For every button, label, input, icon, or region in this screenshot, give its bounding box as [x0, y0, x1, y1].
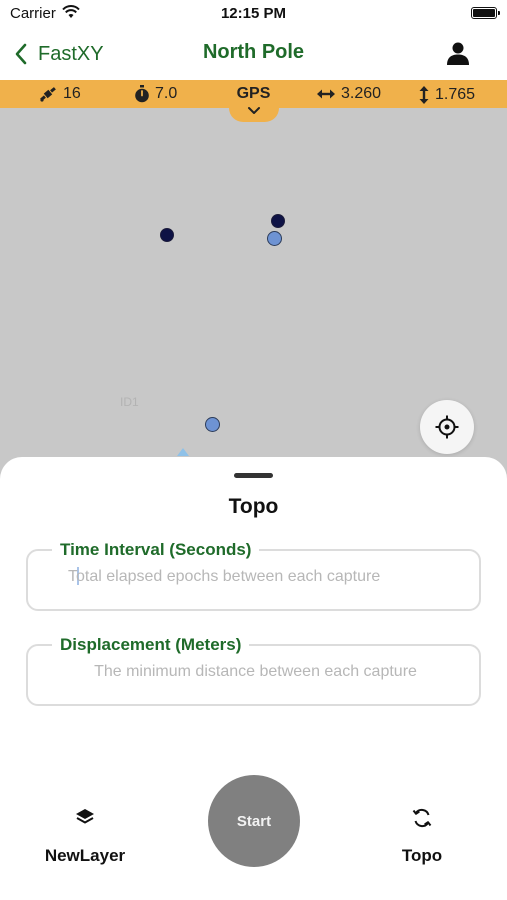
- vertical-accuracy-value: 1.765: [435, 86, 476, 103]
- sheet-drag-handle[interactable]: [234, 473, 273, 478]
- topo-mode-button[interactable]: Topo: [362, 807, 482, 866]
- status-bar: Carrier 12:15 PM: [0, 0, 507, 28]
- time-interval-field[interactable]: Time Interval (Seconds): [26, 540, 481, 611]
- start-button[interactable]: Start: [208, 775, 300, 867]
- gps-panel-toggle[interactable]: [229, 100, 279, 122]
- horizontal-accuracy: 3.260: [316, 85, 381, 103]
- topo-bottom-sheet: Topo Time Interval (Seconds) Displacemen…: [0, 457, 507, 900]
- location-marker-icon: [177, 448, 189, 456]
- time-interval-label: Time Interval (Seconds): [52, 540, 260, 560]
- horizontal-arrows-icon: [317, 89, 335, 99]
- map-point[interactable]: [160, 228, 174, 242]
- layers-icon: [76, 809, 94, 824]
- sheet-title: Topo: [228, 495, 279, 518]
- time-interval-input[interactable]: [68, 568, 448, 586]
- crosshair-icon: [435, 415, 459, 439]
- displacement-field[interactable]: Displacement (Meters): [26, 635, 481, 706]
- map-point[interactable]: [271, 214, 285, 228]
- map-point[interactable]: [205, 417, 220, 432]
- locate-me-button[interactable]: [420, 400, 474, 454]
- page-title: North Pole: [202, 41, 305, 63]
- new-layer-label: NewLayer: [44, 846, 126, 865]
- map-point-label: ID1: [120, 395, 139, 409]
- vertical-arrows-icon: [419, 86, 429, 104]
- refresh-icon: [412, 809, 432, 827]
- nav-bar: FastXY North Pole: [0, 28, 507, 80]
- chevron-down-icon: [248, 107, 260, 114]
- user-icon[interactable]: [445, 40, 471, 66]
- vertical-accuracy: 1.765: [418, 85, 475, 105]
- map-point[interactable]: [267, 231, 282, 246]
- battery-icon: [471, 7, 500, 19]
- clock-time: 12:15 PM: [220, 5, 287, 22]
- new-layer-button[interactable]: NewLayer: [25, 807, 145, 866]
- displacement-label: Displacement (Meters): [52, 635, 250, 655]
- horizontal-accuracy-value: 3.260: [341, 85, 382, 102]
- displacement-input[interactable]: [48, 663, 463, 681]
- topo-label: Topo: [401, 846, 443, 865]
